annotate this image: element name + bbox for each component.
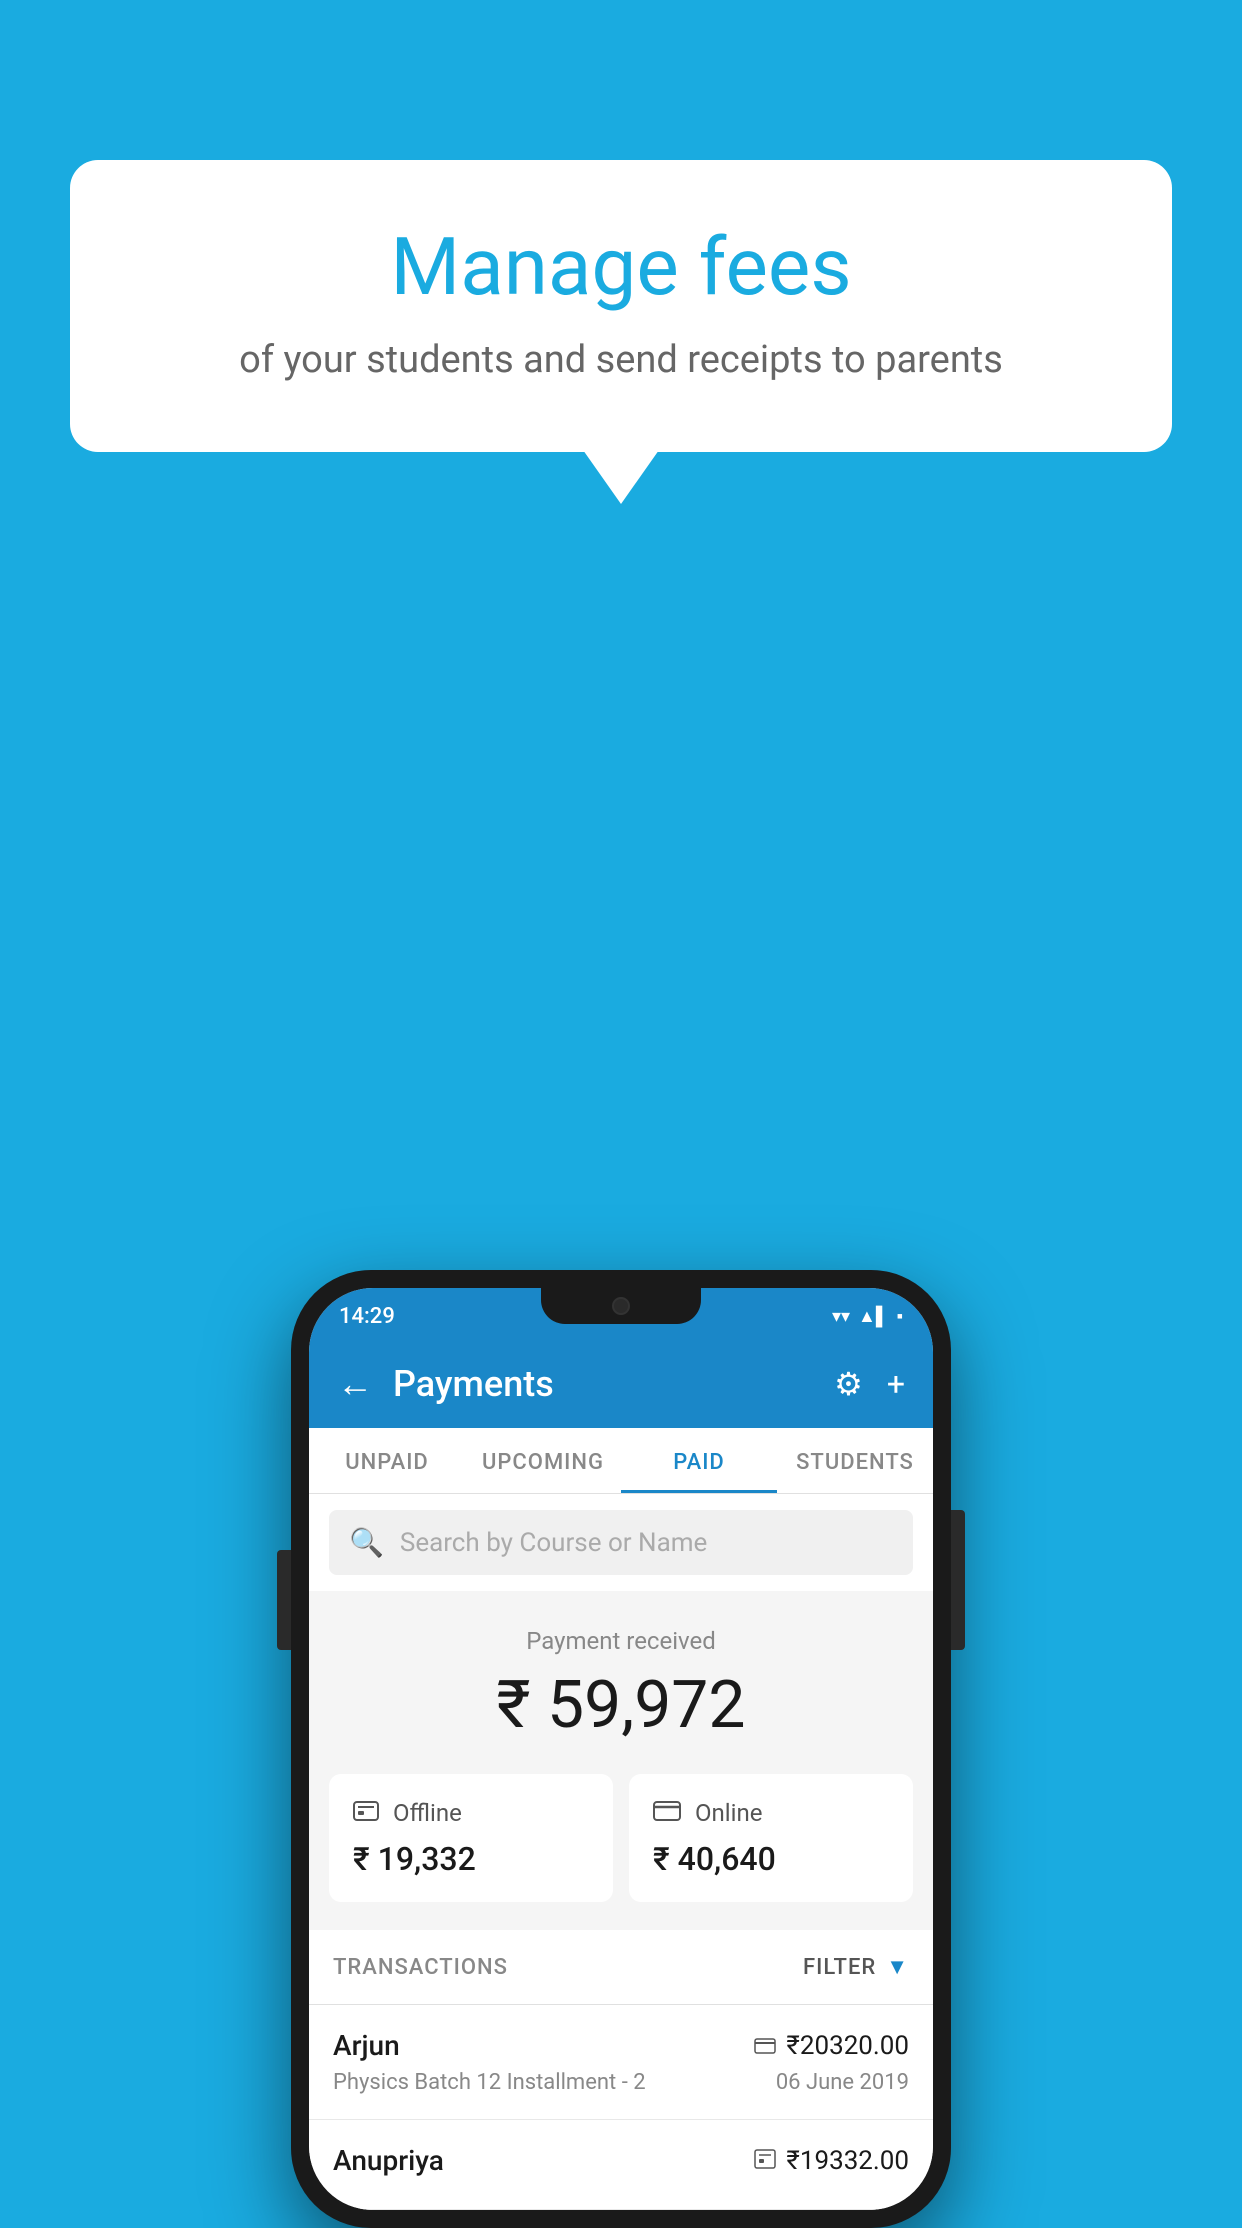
- tab-paid[interactable]: PAID: [621, 1428, 777, 1493]
- offline-card: Offline ₹ 19,332: [329, 1774, 613, 1902]
- payment-total-amount: ₹ 59,972: [309, 1667, 933, 1744]
- transaction-amount-anupriya: ₹19332.00: [754, 2146, 909, 2176]
- phone-outer: 14:29 ▾▾ ▲▌ ▪ ← Payments ⚙ + UNPAID UP: [291, 1270, 951, 2228]
- tab-students[interactable]: STUDENTS: [777, 1428, 933, 1493]
- status-icons: ▾▾ ▲▌ ▪: [832, 1306, 903, 1327]
- transaction-bottom-arjun: Physics Batch 12 Installment - 2 06 June…: [333, 2070, 909, 2095]
- payment-received-label: Payment received: [309, 1627, 933, 1655]
- tab-upcoming[interactable]: UPCOMING: [465, 1428, 621, 1493]
- battery-icon: ▪: [897, 1306, 903, 1327]
- speech-bubble-title: Manage fees: [150, 220, 1092, 314]
- transaction-top-arjun: Arjun ₹20320.00: [333, 2029, 909, 2062]
- offline-card-header: Offline: [353, 1798, 589, 1828]
- phone-inner: 14:29 ▾▾ ▲▌ ▪ ← Payments ⚙ + UNPAID UP: [309, 1288, 933, 2210]
- speech-bubble: Manage fees of your students and send re…: [70, 160, 1172, 452]
- online-amount: ₹ 40,640: [653, 1840, 889, 1878]
- camera-dot: [612, 1297, 630, 1315]
- payment-summary: Payment received ₹ 59,972: [309, 1591, 933, 1774]
- wifi-icon: ▾▾: [832, 1306, 850, 1327]
- filter-button[interactable]: FILTER ▼: [803, 1954, 909, 1980]
- offline-label: Offline: [393, 1799, 462, 1827]
- add-button[interactable]: +: [887, 1365, 905, 1403]
- transaction-course-arjun: Physics Batch 12 Installment - 2: [333, 2070, 646, 2095]
- search-container: 🔍 Search by Course or Name: [309, 1494, 933, 1591]
- search-icon: 🔍: [349, 1526, 384, 1559]
- phone-mockup: 14:29 ▾▾ ▲▌ ▪ ← Payments ⚙ + UNPAID UP: [291, 1270, 951, 2228]
- settings-button[interactable]: ⚙: [834, 1365, 863, 1403]
- tabs: UNPAID UPCOMING PAID STUDENTS: [309, 1428, 933, 1494]
- online-card-header: Online: [653, 1798, 889, 1828]
- online-card: Online ₹ 40,640: [629, 1774, 913, 1902]
- app-bar: ← Payments ⚙ +: [309, 1340, 933, 1428]
- status-time: 14:29: [339, 1304, 395, 1329]
- transaction-name-anupriya: Anupriya: [333, 2144, 444, 2177]
- search-bar[interactable]: 🔍 Search by Course or Name: [329, 1510, 913, 1575]
- payment-type-icon-anupriya: [754, 2146, 776, 2176]
- online-label: Online: [695, 1799, 762, 1827]
- signal-icon: ▲▌: [858, 1306, 889, 1327]
- offline-amount: ₹ 19,332: [353, 1840, 589, 1878]
- tab-unpaid[interactable]: UNPAID: [309, 1428, 465, 1493]
- transaction-date-arjun: 06 June 2019: [776, 2070, 909, 2095]
- payment-cards: Offline ₹ 19,332 Online ₹ 4: [309, 1774, 933, 1930]
- app-title: Payments: [393, 1363, 814, 1405]
- transaction-name-arjun: Arjun: [333, 2029, 400, 2062]
- speech-bubble-container: Manage fees of your students and send re…: [70, 160, 1172, 452]
- transaction-top-anupriya: Anupriya ₹19332.00: [333, 2144, 909, 2177]
- transaction-row-anupriya: Anupriya ₹19332.00: [309, 2120, 933, 2210]
- online-icon: [653, 1798, 681, 1828]
- transaction-row: Arjun ₹20320.00 Physics Batch 12 Install…: [309, 2005, 933, 2120]
- payment-type-icon-arjun: [754, 2031, 776, 2061]
- back-button[interactable]: ←: [337, 1363, 373, 1405]
- filter-icon: ▼: [886, 1954, 909, 1980]
- speech-bubble-subtitle: of your students and send receipts to pa…: [150, 338, 1092, 382]
- offline-icon: [353, 1798, 379, 1828]
- transaction-amount-arjun: ₹20320.00: [754, 2031, 909, 2061]
- toolbar-icons: ⚙ +: [834, 1365, 905, 1403]
- search-placeholder: Search by Course or Name: [400, 1528, 707, 1558]
- transactions-header: TRANSACTIONS FILTER ▼: [309, 1930, 933, 2005]
- transactions-label: TRANSACTIONS: [333, 1955, 508, 1980]
- phone-notch: [541, 1288, 701, 1324]
- filter-label: FILTER: [803, 1955, 876, 1980]
